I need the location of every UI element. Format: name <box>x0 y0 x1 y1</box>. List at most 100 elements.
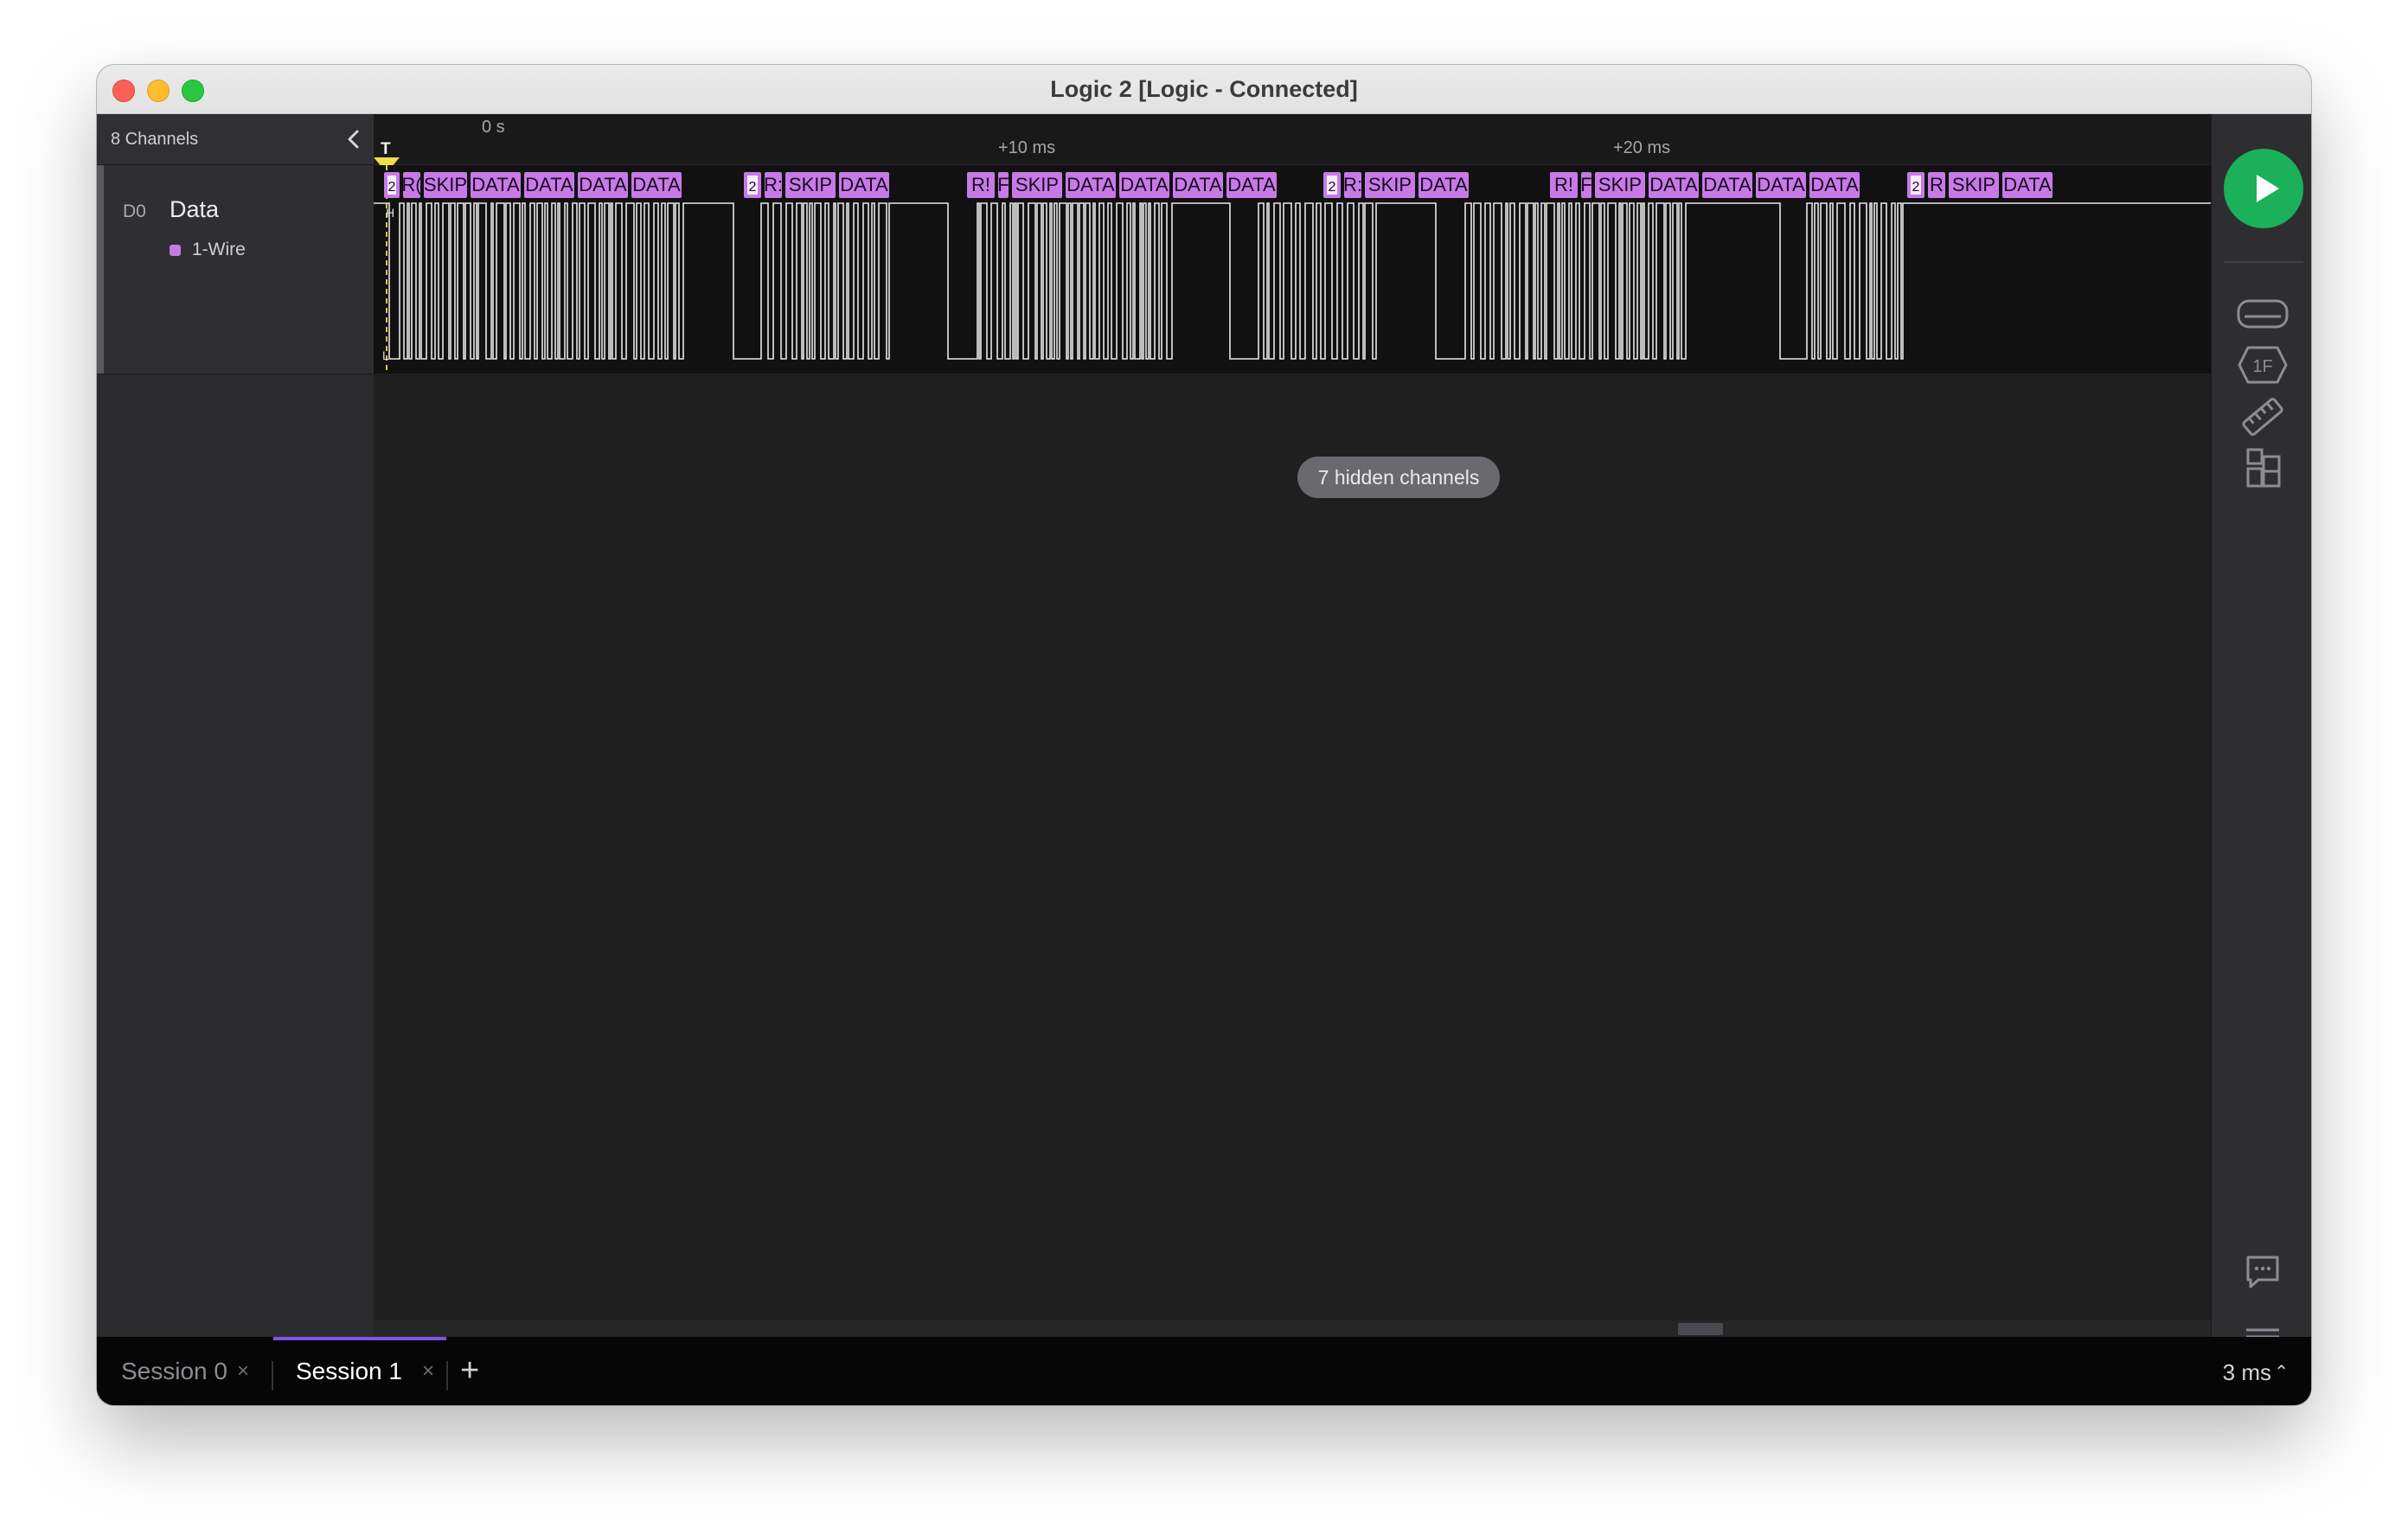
decoded-frame-label: SKIP <box>1598 174 1642 195</box>
decoded-frame[interactable]: DATA <box>1756 172 1806 198</box>
decoded-frame[interactable]: DATA <box>1702 172 1752 198</box>
zoom-caret-icon[interactable]: ⌃ <box>2274 1361 2289 1383</box>
decoded-frame-label: R! <box>971 174 990 195</box>
decoded-frame[interactable]: DATA <box>1649 172 1699 198</box>
channel-sidebar-header: 8 Channels <box>97 114 374 165</box>
device-settings-button[interactable] <box>2236 289 2290 337</box>
decoded-frame[interactable]: F <box>1580 172 1592 198</box>
channel-drag-handle[interactable] <box>97 165 104 374</box>
decoded-frame-label: DATA <box>1703 174 1752 195</box>
decoded-frame[interactable]: SKIP <box>1595 172 1645 198</box>
decoded-frame[interactable]: R! <box>1550 172 1578 198</box>
tab-label: Session 1 <box>296 1358 402 1384</box>
decoded-frame-label: DATA <box>1810 174 1859 195</box>
decoded-frame-label: 2 <box>749 180 757 195</box>
tab-session-1[interactable]: Session 1 × <box>273 1337 446 1405</box>
decoded-frame[interactable]: R: <box>764 172 783 198</box>
decoded-frame[interactable]: DATA <box>1226 172 1277 198</box>
decoded-frame[interactable]: DATA <box>1173 172 1223 198</box>
decoded-frame-label: DATA <box>525 174 573 195</box>
decoded-frame[interactable]: 2 <box>384 172 400 198</box>
tab-session-0[interactable]: Session 0 × <box>97 1337 270 1405</box>
start-capture-button[interactable] <box>2224 149 2303 228</box>
trigger-label: T <box>381 140 391 158</box>
device-icon <box>2237 299 2289 329</box>
analyzer-color-swatch <box>170 245 181 256</box>
tab-divider <box>446 1361 448 1390</box>
measurements-button[interactable] <box>2236 393 2290 441</box>
decoded-frame-label: R: <box>1343 174 1362 195</box>
window-title: Logic 2 [Logic - Connected] <box>1050 76 1358 102</box>
decoded-frame-label: SKIP <box>1952 174 1995 195</box>
decoded-frame[interactable]: DATA <box>471 172 521 198</box>
hidden-channels-button[interactable]: 7 hidden channels <box>1297 457 1500 498</box>
channel-count: 8 Channels <box>111 130 199 149</box>
decoded-frame[interactable]: R! <box>967 172 995 198</box>
decoded-frame[interactable]: F <box>997 172 1009 198</box>
decoded-frame-label: SKIP <box>424 174 467 195</box>
decoded-frame-label: DATA <box>632 174 681 195</box>
decoded-frame-label: R! <box>1554 174 1573 195</box>
level-high-marker: H <box>386 206 394 220</box>
decoded-frame-label: SKIP <box>1368 174 1412 195</box>
decoded-frame-label: SKIP <box>789 174 832 195</box>
decoded-frame[interactable]: SKIP <box>1012 172 1062 198</box>
decoded-frame[interactable]: DATA <box>578 172 628 198</box>
add-session-button[interactable]: + <box>460 1352 479 1390</box>
active-tab-indicator <box>273 1337 446 1340</box>
decoded-frame[interactable]: 2 <box>1323 172 1341 198</box>
level-low-marker: L <box>382 348 389 362</box>
scrollbar-thumb[interactable] <box>1678 1323 1723 1335</box>
analyzers-button[interactable]: 1F <box>2236 341 2290 389</box>
analyzer-1f-icon: 1F <box>2238 346 2288 384</box>
time-tick-20ms: +20 ms <box>1613 138 1671 157</box>
decoded-frame-label: R: <box>764 174 783 195</box>
extensions-icon <box>2246 448 2281 488</box>
close-tab-icon[interactable]: × <box>237 1359 249 1384</box>
decoded-frame[interactable]: DATA <box>1419 172 1469 198</box>
time-tick-10ms: +10 ms <box>998 138 1056 157</box>
horizontal-scrollbar[interactable] <box>374 1320 2211 1337</box>
decoded-frame[interactable]: DATA <box>2002 172 2053 198</box>
decoded-frame[interactable]: R <box>1928 172 1945 198</box>
decoded-frame[interactable]: DATA <box>524 172 574 198</box>
close-tab-icon[interactable]: × <box>422 1359 434 1384</box>
waveform-view[interactable]: 0 s +10 ms +20 ms T H L 2 R(SKIP DATA DATA D… <box>374 114 2211 1337</box>
time-ruler[interactable]: 0 s +10 ms +20 ms T <box>374 114 2211 173</box>
decoded-frame[interactable]: DATA <box>631 172 682 198</box>
decoded-frame[interactable]: SKIP <box>1949 172 1999 198</box>
extensions-button[interactable] <box>2236 444 2290 493</box>
decoded-frame[interactable]: DATA <box>1119 172 1169 198</box>
zoom-level[interactable]: 3 ms <box>2223 1359 2271 1386</box>
decoded-frame[interactable]: R( <box>401 172 422 198</box>
svg-text:1F: 1F <box>2252 357 2272 376</box>
decoded-frame[interactable]: R: <box>1343 172 1362 198</box>
feedback-chat-icon <box>2246 1256 2279 1288</box>
decoded-frame[interactable]: SKIP <box>785 172 836 198</box>
decoded-frame-label: DATA <box>1649 174 1698 195</box>
channel-analyzer-label[interactable]: 1-Wire <box>192 240 246 260</box>
channel-id: D0 <box>123 201 146 221</box>
waveform-trace <box>374 202 2211 360</box>
decoded-frame-label: DATA <box>1174 174 1222 195</box>
decoded-frame[interactable]: SKIP <box>424 172 467 198</box>
play-icon <box>2257 175 2279 202</box>
decoded-frame[interactable]: DATA <box>1809 172 1860 198</box>
feedback-button[interactable] <box>2236 1247 2290 1295</box>
channel-waveform-d0[interactable]: H L 2 R(SKIP DATA DATA DATA DATA 2 R: SKIP DATA R!… <box>374 165 2211 374</box>
decoded-frame[interactable]: SKIP <box>1365 172 1415 198</box>
collapse-chevron-icon[interactable] <box>341 126 367 152</box>
channel-sidebar: 8 Channels D0 Data 1-Wire <box>97 114 374 1337</box>
channel-name[interactable]: Data <box>170 196 219 223</box>
decoded-frame[interactable]: 2 <box>1907 172 1924 198</box>
decoded-frame-label: DATA <box>471 174 520 195</box>
measure-ruler-icon <box>2242 398 2283 436</box>
channel-row-d0[interactable]: D0 Data 1-Wire <box>97 165 374 374</box>
decoded-frame[interactable]: 2 <box>744 172 761 198</box>
decoded-frame[interactable]: DATA <box>1066 172 1116 198</box>
decoded-frame-label: DATA <box>1227 174 1276 195</box>
decoded-frame-label: R <box>1930 174 1944 195</box>
decoded-frame[interactable]: DATA <box>839 172 889 198</box>
session-tab-bar: Session 0 × Session 1 × + 3 ms ⌃ <box>97 1337 2311 1405</box>
toolbar-divider <box>2224 261 2303 263</box>
